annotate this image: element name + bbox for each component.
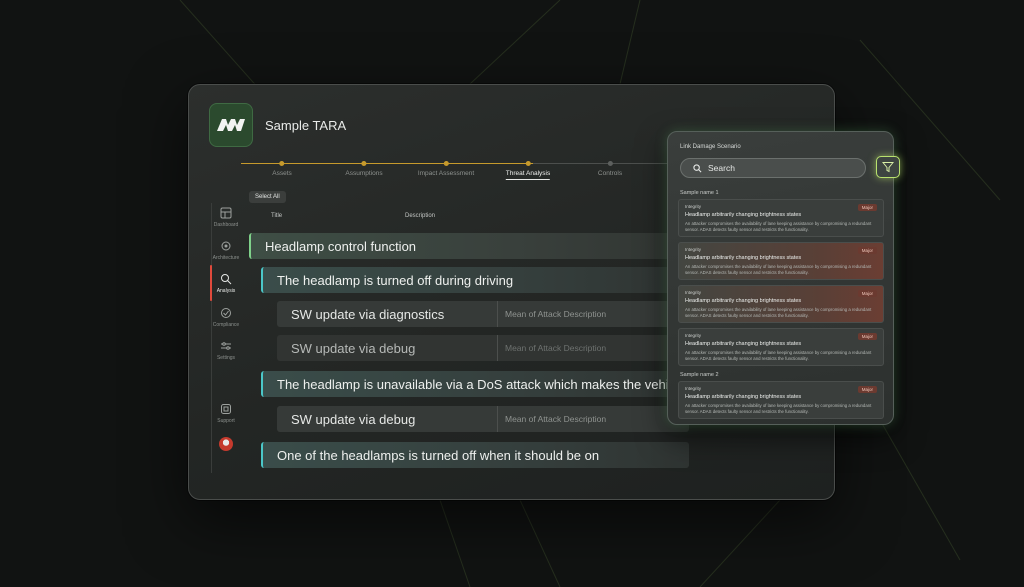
damage-scenario-card[interactable]: Integrity Major Headlamp arbitrarily cha… (678, 285, 884, 323)
row-title: SW update via debug (291, 340, 416, 356)
row-title: One of the headlamps is turned off when … (277, 447, 600, 463)
card-category: Integrity (685, 386, 702, 391)
table-row[interactable]: The headlamp is turned off during drivin… (261, 267, 689, 293)
column-header-title: Title (271, 213, 283, 219)
row-title: The headlamp is unavailable via a DoS at… (277, 376, 686, 392)
table-row[interactable]: SW update via debug Mean of Attack Descr… (277, 335, 689, 361)
row-description: Mean of Attack Description (497, 406, 689, 432)
sidebar-item-settings[interactable]: Settings (209, 340, 243, 361)
sidebar-item-compliance[interactable]: Compliance (209, 307, 243, 328)
sidebar-active-indicator (210, 265, 212, 301)
group-label: Sample name 1 (680, 190, 719, 196)
compliance-icon (221, 308, 231, 318)
link-damage-scenario-panel: Link Damage Scenario Search Sample name … (667, 131, 894, 425)
step-dot (525, 161, 531, 166)
card-body: An attacker compromises the availability… (685, 350, 872, 361)
table-row[interactable]: Headlamp control function (249, 233, 689, 259)
sidebar-item-support[interactable]: Support (209, 403, 243, 424)
filter-icon (882, 162, 894, 173)
row-description: Mean of Attack Description (497, 301, 689, 327)
search-input[interactable]: Search (680, 158, 866, 178)
filter-button[interactable] (876, 156, 900, 178)
step-assets[interactable]: Assets (272, 161, 292, 177)
sidebar-item-label: Dashboard (213, 222, 239, 228)
sidebar: Dashboard Architecture Analysis Complian… (209, 203, 243, 463)
search-placeholder: Search (708, 163, 735, 173)
settings-icon (221, 342, 231, 350)
step-dot (443, 161, 449, 166)
column-header-description: Description (405, 213, 436, 219)
step-impact-assessment[interactable]: Impact Assessment (418, 161, 474, 177)
row-title: SW update via diagnostics (291, 306, 445, 322)
step-label: Assumptions (345, 170, 383, 177)
row-title: The headlamp is turned off during drivin… (277, 272, 514, 288)
sidebar-item-label: Support (217, 418, 235, 424)
step-label: Threat Analysis (505, 170, 551, 177)
table-row[interactable]: The headlamp is unavailable via a DoS at… (261, 371, 689, 397)
sidebar-item-architecture[interactable]: Architecture (209, 240, 243, 261)
severity-badge: Major (857, 333, 877, 340)
card-body: An attacker compromises the availability… (685, 221, 872, 232)
severity-badge: Major (857, 386, 877, 393)
panel-title: Link Damage Scenario (680, 144, 741, 150)
card-title: Headlamp arbitrarily changing brightness… (685, 298, 802, 304)
select-all-button[interactable]: Select All (249, 191, 286, 203)
table-row[interactable]: SW update via debug Mean of Attack Descr… (277, 406, 689, 432)
card-category: Integrity (685, 333, 702, 338)
table-row[interactable]: One of the headlamps is turned off when … (261, 442, 689, 468)
card-title: Headlamp arbitrarily changing brightness… (685, 341, 802, 347)
table-row[interactable]: SW update via diagnostics Mean of Attack… (277, 301, 689, 327)
card-category: Integrity (685, 247, 702, 252)
sidebar-item-label: Settings (216, 355, 236, 361)
row-title: Headlamp control function (265, 238, 417, 254)
sidebar-item-dashboard[interactable]: Dashboard (209, 207, 243, 228)
step-controls[interactable]: Controls (598, 161, 622, 177)
damage-scenario-card[interactable]: Integrity Major Headlamp arbitrarily cha… (678, 242, 884, 280)
app-logo[interactable] (209, 103, 253, 147)
sidebar-item-label: Compliance (212, 322, 240, 328)
step-dot (279, 161, 285, 166)
severity-badge: Major (857, 247, 877, 254)
row-title: SW update via debug (291, 411, 416, 427)
support-icon (221, 404, 231, 414)
step-dot (607, 161, 613, 166)
severity-badge: Major (857, 204, 877, 211)
card-category: Integrity (685, 204, 702, 209)
step-label: Impact Assessment (417, 170, 475, 177)
app-title: Sample TARA (265, 118, 347, 133)
card-title: Headlamp arbitrarily changing brightness… (685, 255, 802, 261)
search-icon (693, 163, 702, 172)
damage-scenario-card[interactable]: Integrity Major Headlamp arbitrarily cha… (678, 199, 884, 237)
sidebar-item-analysis[interactable]: Analysis (209, 273, 243, 294)
logo-icon (217, 119, 245, 131)
card-body: An attacker compromises the availability… (685, 307, 872, 318)
step-label: Controls (597, 170, 623, 177)
card-title: Headlamp arbitrarily changing brightness… (685, 394, 802, 400)
analysis-icon (221, 274, 232, 285)
group-label: Sample name 2 (680, 372, 719, 378)
step-label: Assets (272, 170, 292, 177)
dashboard-icon (220, 207, 232, 219)
card-body: An attacker compromises the availability… (685, 264, 872, 275)
sidebar-item-label: Architecture (212, 255, 240, 261)
card-title: Headlamp arbitrarily changing brightness… (685, 212, 802, 218)
row-description: Mean of Attack Description (497, 335, 689, 361)
step-threat-analysis[interactable]: Threat Analysis (505, 161, 551, 180)
active-step-underline (505, 179, 551, 180)
workflow-stepper: Assets Assumptions Impact Assessment Thr… (241, 161, 693, 181)
card-body: An attacker compromises the availability… (685, 403, 872, 414)
severity-badge: Major (857, 290, 877, 297)
step-dot (361, 161, 367, 166)
damage-scenario-card[interactable]: Integrity Major Headlamp arbitrarily cha… (678, 328, 884, 366)
step-assumptions[interactable]: Assumptions (345, 161, 383, 177)
card-category: Integrity (685, 290, 702, 295)
sidebar-item-label: Analysis (216, 288, 236, 294)
damage-scenario-card[interactable]: Integrity Major Headlamp arbitrarily cha… (678, 381, 884, 419)
avatar[interactable] (219, 437, 233, 451)
architecture-icon (221, 241, 231, 251)
